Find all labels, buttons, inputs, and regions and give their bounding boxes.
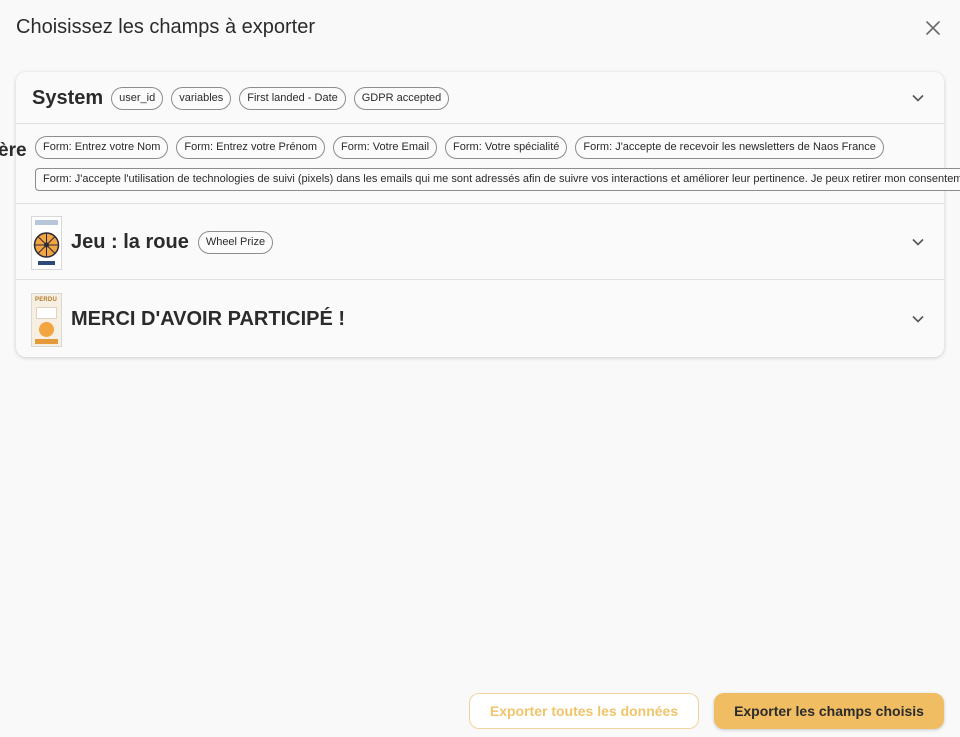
export-selected-button[interactable]: Exporter les champs choisis: [714, 693, 944, 729]
chevron-down-icon: [912, 94, 924, 102]
chevron-down-icon: [912, 315, 924, 323]
chip-first-landed-date[interactable]: First landed - Date: [239, 86, 346, 110]
system-section-header[interactable]: System user_id variables First landed - …: [16, 86, 944, 110]
export-all-button[interactable]: Exporter toutes les données: [469, 693, 699, 729]
merci-thumbnail-text: PERDU: [35, 296, 58, 303]
wheel-icon: [33, 231, 60, 258]
chevron-down-icon: [912, 238, 924, 246]
section-divider: [16, 203, 944, 204]
wheel-thumbnail: [31, 215, 62, 270]
form-long-chip-wrapper: Form: J'accepte l'utilisation de technol…: [35, 168, 960, 191]
chip-variables[interactable]: variables: [171, 86, 232, 110]
wheel-expand-toggle[interactable]: [908, 232, 928, 252]
chip-form-email[interactable]: Form: Votre Email: [333, 136, 438, 159]
system-section-title: System: [32, 86, 104, 109]
close-icon: [926, 21, 940, 35]
form-section-title: ère: [0, 140, 27, 161]
export-fields-accordion: System user_id variables First landed - …: [0, 72, 960, 357]
section-divider: [16, 279, 944, 280]
merci-thumbnail: PERDU: [31, 292, 62, 347]
merci-section-title: MERCI D'AVOIR PARTICIPÉ !: [71, 308, 346, 330]
form-chips-row: Form: Entrez votre Nom Form: Entrez votr…: [35, 136, 884, 159]
wheel-section-header[interactable]: Jeu : la roue Wheel Prize: [16, 215, 944, 270]
chip-user-id[interactable]: user_id: [111, 86, 164, 110]
chip-form-tracking-consent[interactable]: Form: J'accepte l'utilisation de technol…: [35, 168, 960, 191]
chip-form-newsletter[interactable]: Form: J'accepte de recevoir les newslett…: [575, 136, 884, 159]
merci-section-header[interactable]: PERDU MERCI D'AVOIR PARTICIPÉ !: [16, 292, 944, 347]
section-divider: [16, 123, 944, 124]
wheel-section-title: Jeu : la roue: [71, 231, 189, 253]
merci-expand-toggle[interactable]: [908, 309, 928, 329]
chip-wheel-prize[interactable]: Wheel Prize: [197, 231, 274, 254]
chip-form-prenom[interactable]: Form: Entrez votre Prénom: [176, 136, 326, 159]
system-expand-toggle[interactable]: [908, 88, 928, 108]
chip-gdpr-accepted[interactable]: GDPR accepted: [353, 86, 450, 110]
chip-form-specialite[interactable]: Form: Votre spécialité: [445, 136, 568, 159]
modal-title: Choisissez les champs à exporter: [16, 16, 316, 38]
chip-form-nom[interactable]: Form: Entrez votre Nom: [35, 136, 169, 159]
close-button[interactable]: [922, 17, 944, 39]
